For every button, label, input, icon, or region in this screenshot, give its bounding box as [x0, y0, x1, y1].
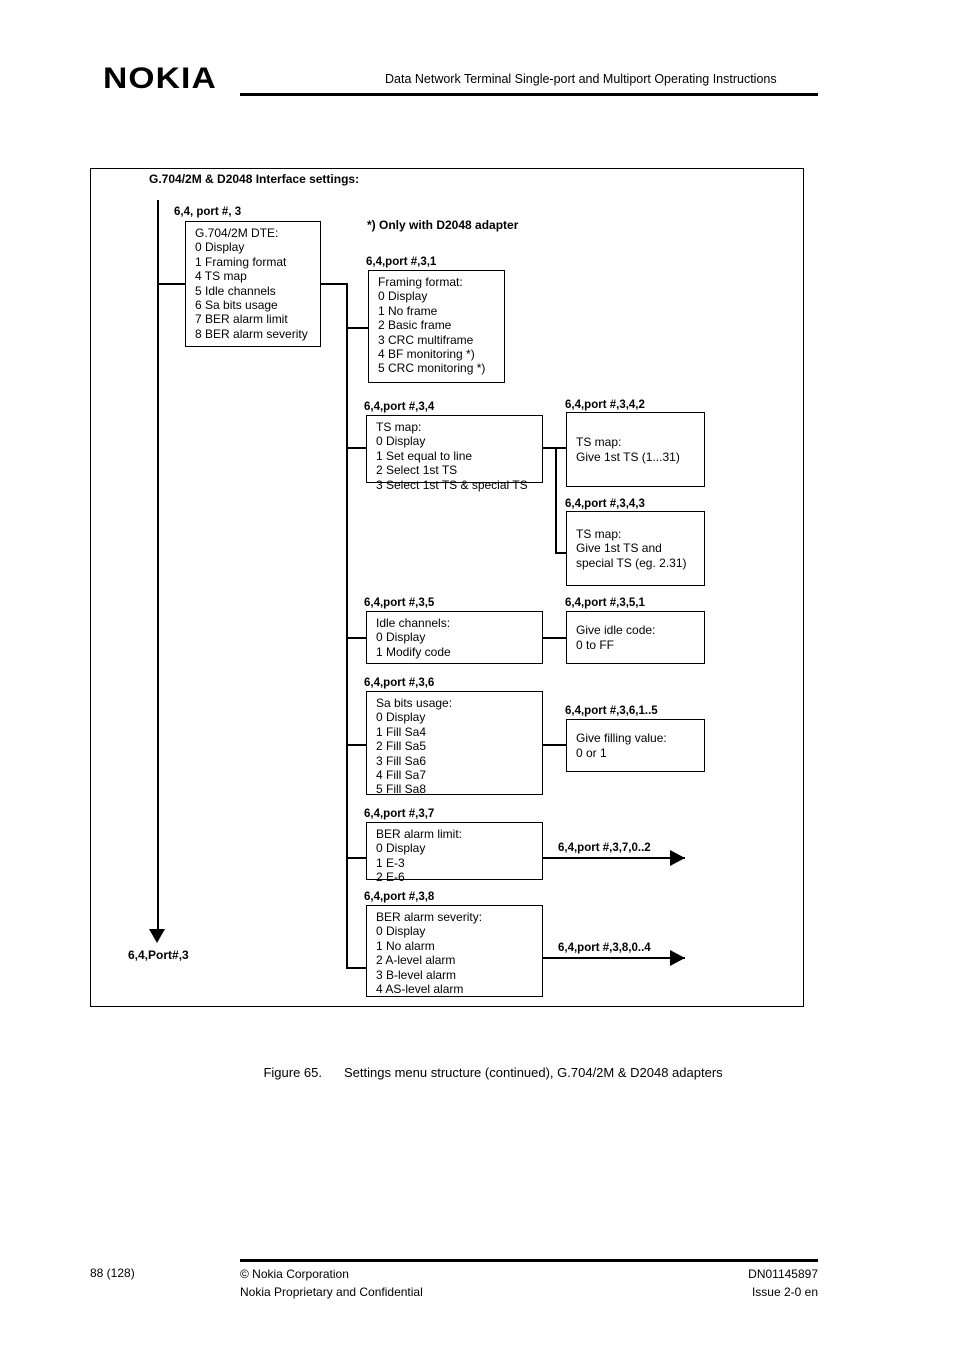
- connector-bus-framing: [346, 327, 369, 329]
- node-box-tsmap3: TS map: Give 1st TS and special TS (eg. …: [566, 511, 705, 586]
- connector-bus-tsmap: [346, 447, 367, 449]
- figure-caption-text: Settings menu structure (continued), G.7…: [344, 1065, 723, 1080]
- footer-doc-block: DN01145897 Issue 2-0 en: [748, 1265, 818, 1301]
- node-label-root: 6,4, port #, 3: [174, 206, 242, 218]
- node-box-sabits: Sa bits usage: 0 Display 1 Fill Sa4 2 Fi…: [366, 691, 543, 796]
- node-label-tsmap2: 6,4,port #,3,4,2: [565, 399, 645, 411]
- node-label-berlimit-output: 6,4,port #,3,7,0..2: [558, 842, 651, 854]
- figure-caption-number: Figure 65.: [263, 1065, 322, 1080]
- secondary-bus-line: [346, 283, 348, 968]
- footer-issue: Issue 2-0 en: [751, 1285, 818, 1299]
- node-label-berlimit: 6,4,port #,3,7: [364, 808, 435, 820]
- footer-rule: [240, 1259, 818, 1262]
- trunk-line: [157, 200, 159, 935]
- connector-idle-idlecode: [543, 637, 566, 639]
- connector-root-bus: [320, 283, 348, 285]
- node-box-tsmap: TS map: 0 Display 1 Set equal to line 2 …: [366, 415, 543, 492]
- node-label-tsmap: 6,4,port #,3,4: [364, 401, 435, 413]
- node-box-berseverity: BER alarm severity: 0 Display 1 No alarm…: [366, 905, 543, 997]
- berlimit-output-arrowhead: [670, 850, 685, 866]
- nokia-logo: NOKIA: [103, 62, 217, 95]
- node-box-idle: Idle channels: 0 Display 1 Modify code: [366, 611, 543, 664]
- header-rule: [240, 93, 818, 96]
- node-box-root: G.704/2M DTE: 0 Display 1 Framing format…: [185, 221, 321, 347]
- figure-caption: Figure 65. Settings menu structure (conti…: [249, 1050, 723, 1095]
- node-label-berseverity: 6,4,port #,3,8: [364, 891, 435, 903]
- node-label-idlecode: 6,4,port #,3,5,1: [565, 597, 645, 609]
- figure-footnote: *) Only with D2048 adapter: [367, 218, 519, 232]
- trunk-label: 6,4,Port#,3: [128, 948, 189, 962]
- node-label-tsmap3: 6,4,port #,3,4,3: [565, 498, 645, 510]
- trunk-arrowhead: [149, 929, 165, 943]
- figure-heading: G.704/2M & D2048 Interface settings:: [149, 172, 360, 186]
- node-box-framing: Framing format: 0 Display 1 No frame 2 B…: [368, 270, 505, 383]
- footer-page-number: 88 (128): [90, 1266, 135, 1280]
- footer-copyright: © Nokia Corporation: [240, 1267, 349, 1281]
- connector-bus-berlimit: [346, 857, 367, 859]
- node-label-framing: 6,4,port #,3,1: [366, 256, 437, 268]
- connector-bus-idle: [346, 637, 367, 639]
- document-page: NOKIA Data Network Terminal Single-port …: [0, 0, 954, 1351]
- node-box-idlecode: Give idle code: 0 to FF: [566, 611, 705, 664]
- berseverity-output-arrowhead: [670, 950, 685, 966]
- node-label-filling: 6,4,port #,3,6,1..5: [565, 705, 658, 717]
- footer-copyright-block: © Nokia Corporation Nokia Proprietary an…: [240, 1265, 423, 1301]
- node-label-sabits: 6,4,port #,3,6: [364, 677, 435, 689]
- node-box-filling: Give filling value: 0 or 1: [566, 719, 705, 772]
- connector-trunk-root: [157, 283, 186, 285]
- node-label-berseverity-output: 6,4,port #,3,8,0..4: [558, 942, 651, 954]
- connector-bus-berseverity: [346, 967, 367, 969]
- node-box-tsmap2: TS map: Give 1st TS (1...31): [566, 412, 705, 487]
- tsmap-children-bus: [555, 447, 557, 554]
- node-label-idle: 6,4,port #,3,5: [364, 597, 435, 609]
- node-box-berlimit: BER alarm limit: 0 Display 1 E-3 2 E-6: [366, 822, 543, 884]
- footer-confidential: Nokia Proprietary and Confidential: [240, 1285, 423, 1299]
- connector-bus-sabits: [346, 744, 367, 746]
- connector-berlimit-output: [543, 857, 685, 859]
- header-title: Data Network Terminal Single-port and Mu…: [385, 72, 777, 86]
- footer-doc-id: DN01145897: [748, 1267, 818, 1281]
- connector-berseverity-output: [543, 957, 685, 959]
- connector-sabits-filling: [543, 744, 566, 746]
